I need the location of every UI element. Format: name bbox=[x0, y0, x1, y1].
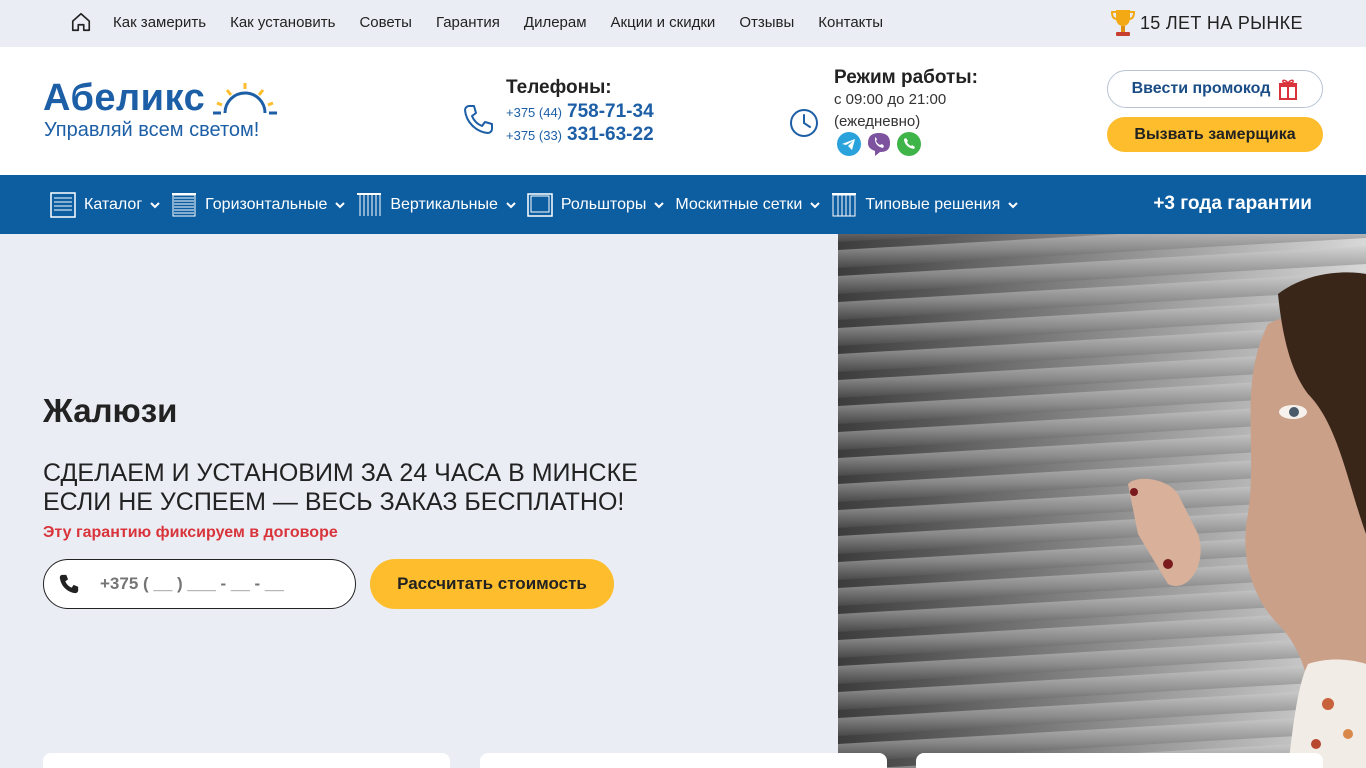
top-nav-link-contacts[interactable]: Контакты bbox=[818, 14, 883, 31]
nav-item-mosquito-nets[interactable]: Москитные сетки bbox=[675, 195, 821, 214]
whatsapp-icon[interactable] bbox=[896, 131, 922, 157]
home-icon[interactable] bbox=[70, 11, 92, 33]
phones-block: Телефоны: +375 (44) 758-71-34 +375 (33) … bbox=[462, 75, 692, 145]
top-nav-link-promotions[interactable]: Акции и скидки bbox=[611, 14, 716, 31]
guarantee-badge[interactable]: +3 года гарантии bbox=[1153, 193, 1312, 215]
horizontal-blinds-icon bbox=[172, 192, 197, 216]
hero-subtitle-line-2: ЕСЛИ НЕ УСПЕЕМ — ВЕСЬ ЗАКАЗ БЕСПЛАТНО! bbox=[43, 488, 625, 516]
nav-item-vertical[interactable]: Вертикальные bbox=[356, 192, 516, 218]
feature-card bbox=[916, 753, 1323, 768]
phone-icon bbox=[59, 574, 79, 594]
trophy-icon bbox=[1110, 10, 1136, 36]
feature-card bbox=[480, 753, 887, 768]
top-nav-link-tips[interactable]: Советы bbox=[359, 14, 411, 31]
hours-days: (ежедневно) bbox=[834, 113, 921, 130]
phone-line-2[interactable]: +375 (33) 331-63-22 bbox=[506, 124, 654, 146]
nav-item-typical-solutions[interactable]: Типовые решения bbox=[831, 192, 1018, 218]
logo[interactable]: Абеликс Управляй всем светом! bbox=[43, 77, 303, 147]
phone-2-number: 331-63-22 bbox=[567, 124, 654, 145]
sun-logo-icon bbox=[213, 83, 277, 115]
main-nav: Каталог Горизонтальные Вертикальные Роль… bbox=[0, 175, 1366, 234]
phone-1-code: +375 (44) bbox=[506, 105, 563, 120]
vertical-blinds-icon bbox=[357, 192, 382, 216]
chevron-down-icon bbox=[506, 201, 516, 208]
nav-item-catalog[interactable]: Каталог bbox=[50, 191, 160, 218]
chevron-down-icon bbox=[335, 201, 346, 208]
logo-slogan: Управляй всем светом! bbox=[44, 119, 260, 141]
roller-blind-icon bbox=[527, 192, 553, 217]
gift-icon bbox=[1279, 79, 1298, 100]
call-measurer-button[interactable]: Вызвать замерщика bbox=[1107, 117, 1323, 152]
solutions-blinds-icon bbox=[832, 192, 857, 216]
nav-item-label: Каталог bbox=[84, 195, 143, 213]
promo-code-button[interactable]: Ввести промокод bbox=[1107, 70, 1323, 108]
phone-1-number: 758-71-34 bbox=[567, 101, 654, 122]
top-bar: Как замерить Как установить Советы Гаран… bbox=[0, 0, 1366, 47]
nav-item-label: Москитные сетки bbox=[675, 195, 803, 213]
feature-card bbox=[43, 753, 450, 768]
phones-title: Телефоны: bbox=[506, 77, 612, 98]
logo-name: Абеликс bbox=[43, 77, 206, 119]
phone-input-wrapper[interactable] bbox=[43, 559, 356, 609]
phone-2-code: +375 (33) bbox=[506, 128, 563, 143]
chevron-down-icon bbox=[150, 201, 160, 208]
hero-subtitle: СДЕЛАЕМ И УСТАНОВИМ ЗА 24 ЧАСА В МИНСКЕ … bbox=[43, 459, 638, 517]
nav-item-label: Типовые решения bbox=[865, 195, 1001, 213]
messengers bbox=[836, 131, 926, 157]
viber-icon[interactable] bbox=[866, 131, 892, 157]
contract-guarantee-note: Эту гарантию фиксируем в договоре bbox=[43, 524, 338, 541]
top-nav-link-install[interactable]: Как установить bbox=[230, 14, 335, 31]
nav-item-label: Горизонтальные bbox=[205, 195, 328, 213]
telegram-icon[interactable] bbox=[836, 131, 862, 157]
nav-item-roller-blinds[interactable]: Рольшторы bbox=[527, 192, 665, 218]
hours-time: с 09:00 до 21:00 bbox=[834, 91, 947, 108]
calculate-cost-button[interactable]: Рассчитать стоимость bbox=[370, 559, 614, 609]
clock-icon bbox=[790, 109, 818, 137]
phone-icon bbox=[464, 105, 493, 134]
top-nav-link-warranty[interactable]: Гарантия bbox=[436, 14, 500, 31]
hours-title: Режим работы: bbox=[834, 67, 978, 88]
working-hours: Режим работы: с 09:00 до 21:00 (ежедневн… bbox=[788, 67, 1028, 167]
chevron-down-icon bbox=[810, 201, 821, 208]
top-nav-link-dealers[interactable]: Дилерам bbox=[524, 14, 587, 31]
top-nav: Как замерить Как установить Советы Гаран… bbox=[113, 0, 907, 44]
nav-item-horizontal[interactable]: Горизонтальные bbox=[171, 192, 346, 218]
years-text: 15 ЛЕТ НА РЫНКЕ bbox=[1140, 12, 1303, 33]
catalog-blinds-icon bbox=[50, 191, 76, 218]
promo-code-label: Ввести промокод bbox=[1131, 80, 1271, 97]
top-nav-link-reviews[interactable]: Отзывы bbox=[739, 14, 794, 31]
hero-blinds-photo bbox=[838, 234, 1366, 768]
hero-image bbox=[838, 234, 1366, 768]
hero-subtitle-line-1: СДЕЛАЕМ И УСТАНОВИМ ЗА 24 ЧАСА В МИНСКЕ bbox=[43, 459, 638, 487]
nav-item-label: Рольшторы bbox=[560, 195, 647, 213]
header: Абеликс Управляй всем светом! Телефоны: … bbox=[0, 47, 1366, 175]
phone-line-1[interactable]: +375 (44) 758-71-34 bbox=[506, 101, 654, 123]
phone-input[interactable] bbox=[100, 574, 340, 594]
nav-item-label: Вертикальные bbox=[390, 195, 498, 213]
chevron-down-icon bbox=[1008, 201, 1018, 208]
page-title: Жалюзи bbox=[43, 392, 178, 429]
years-on-market: 15 ЛЕТ НА РЫНКЕ bbox=[1110, 8, 1303, 38]
top-nav-link-measure[interactable]: Как замерить bbox=[113, 14, 206, 31]
chevron-down-icon bbox=[654, 201, 665, 208]
